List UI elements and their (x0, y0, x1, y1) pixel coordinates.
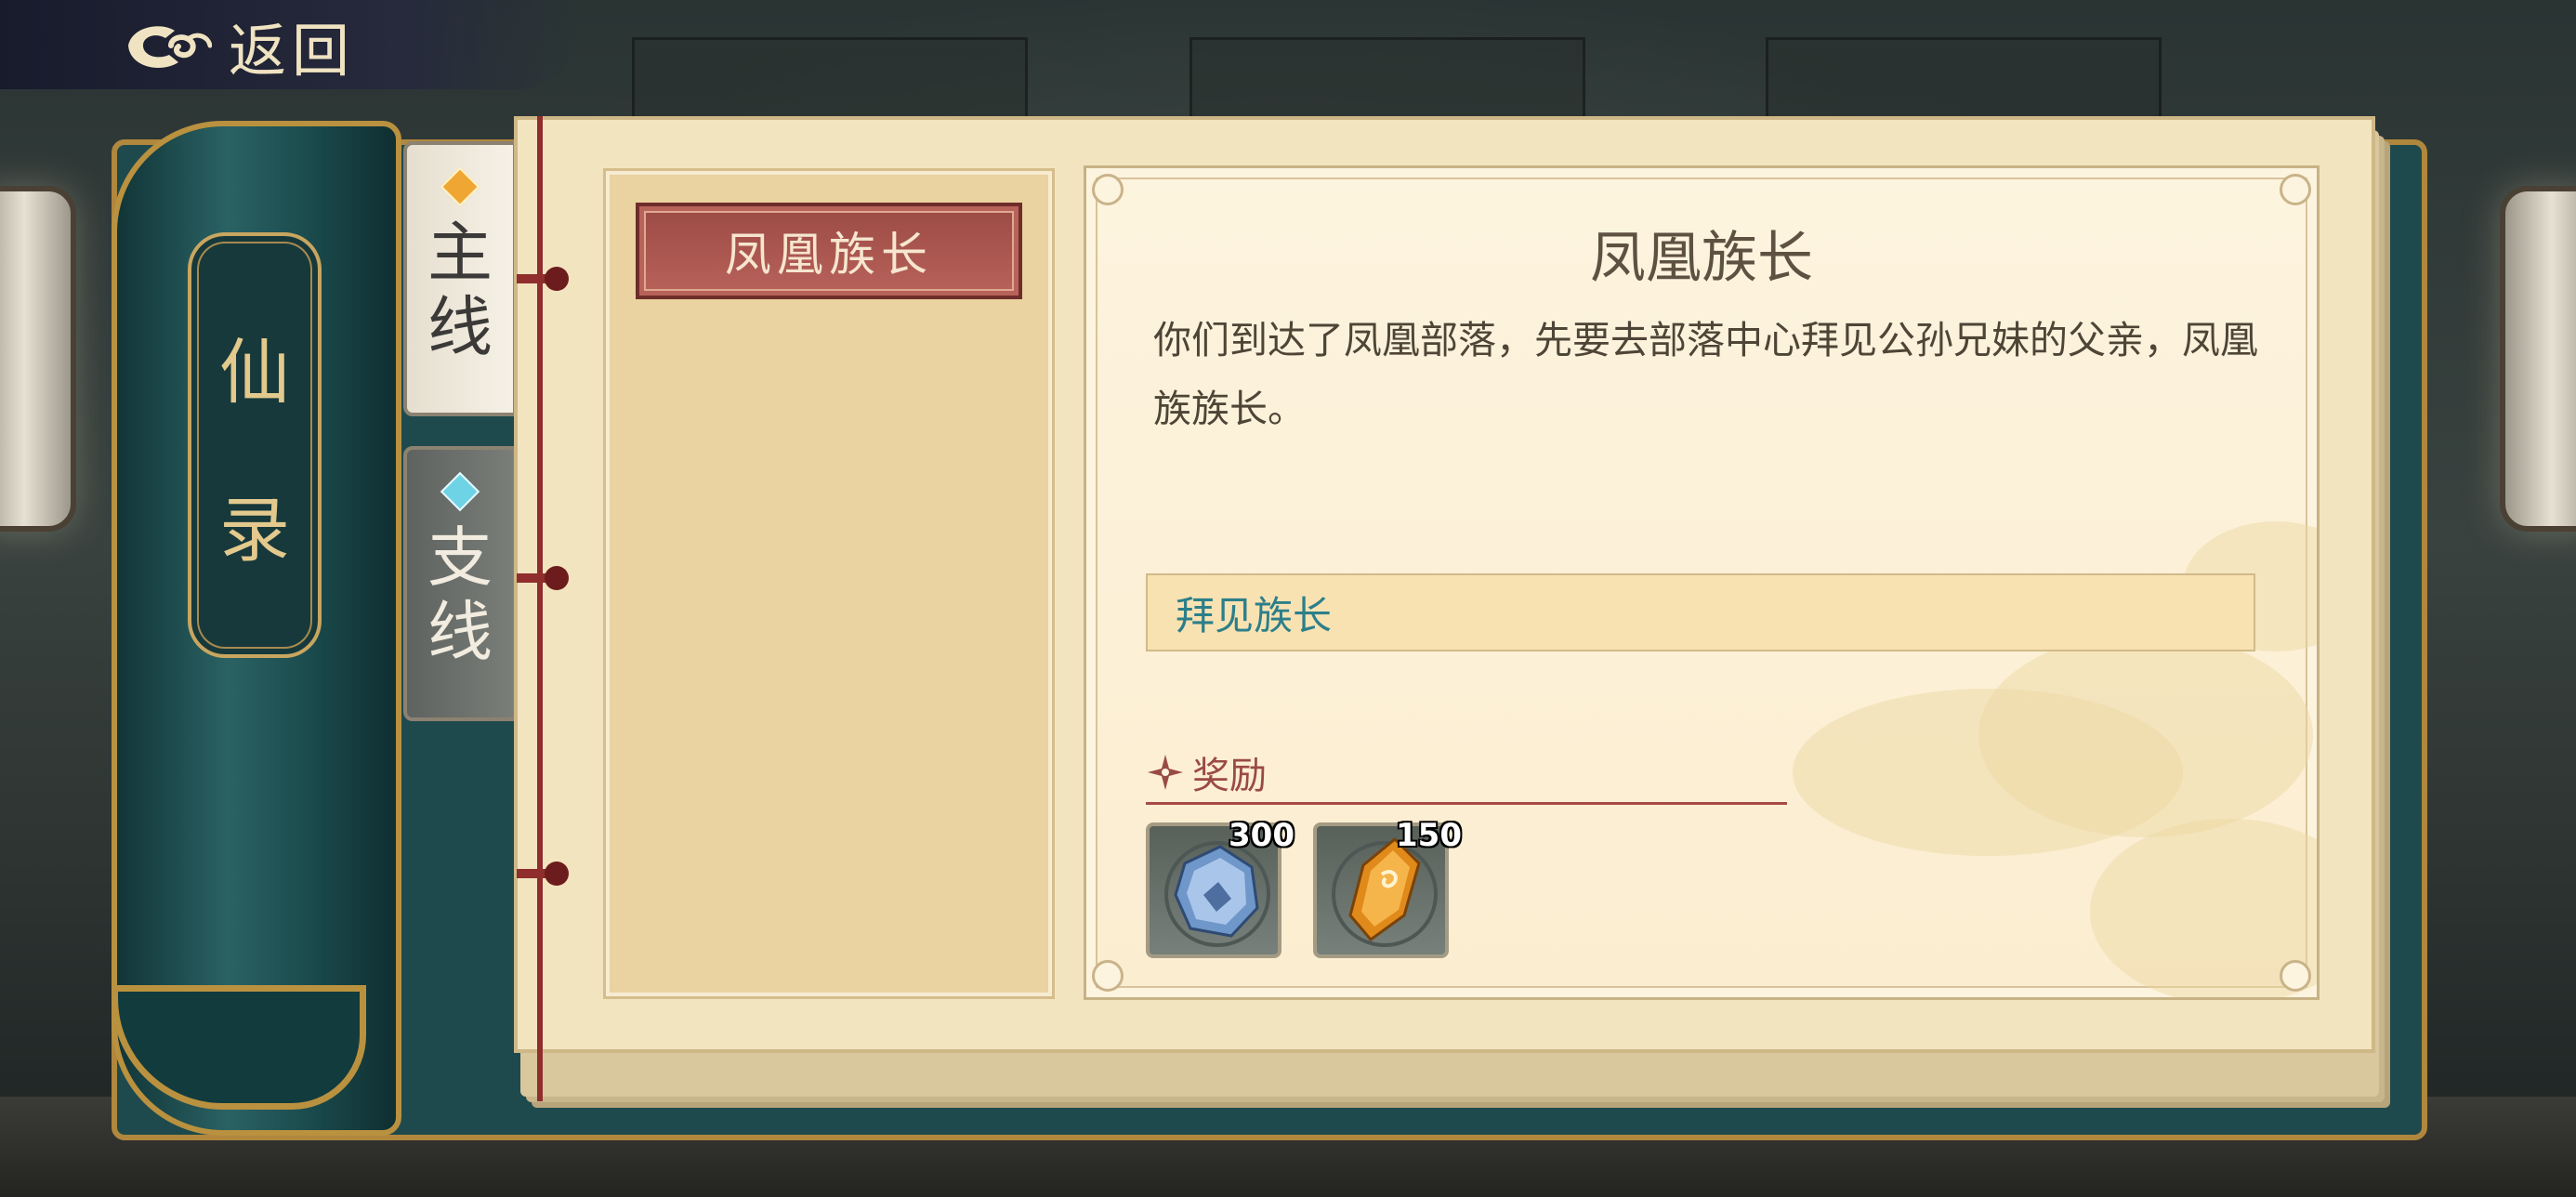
tab-label-char: 支 (427, 520, 493, 596)
tab-label-char: 线 (427, 594, 493, 670)
book-title-plate: 仙 录 (188, 232, 322, 658)
tab-label-char: 主 (427, 215, 493, 291)
quest-objective[interactable]: 拜见族长 (1146, 573, 2255, 651)
corner-ornament (2280, 174, 2311, 205)
corner-ornament (1092, 960, 1124, 992)
tab-side-quest[interactable]: 支 线 (403, 446, 517, 721)
cyan-diamond-icon (440, 471, 480, 512)
item-count: 150 (1396, 817, 1462, 854)
four-point-star-icon (1148, 755, 1183, 790)
quest-list-item-selected[interactable]: 凤凰族长 (636, 203, 1022, 299)
reward-header: 奖励 (1146, 743, 1787, 805)
binding-pin (517, 566, 569, 590)
binding-thread (537, 116, 543, 1101)
objective-label: 拜见族长 (1176, 592, 1333, 638)
cloud-decoration (1978, 633, 2313, 837)
corner-ornament (2280, 960, 2311, 992)
binding-pin (517, 862, 569, 886)
tab-main-quest[interactable]: 主 线 (403, 141, 517, 416)
book-title-char: 仙 (219, 331, 290, 414)
blue-crystal-stone-icon (1174, 845, 1259, 938)
quest-detail-panel: 凤凰族长 你们到达了凤凰部落，先要去部落中心拜见公孙兄妹的父亲，凤凰族族长。 拜… (1084, 165, 2320, 1000)
reward-item-slot[interactable]: 300 (1146, 817, 1295, 958)
back-label: 返回 (229, 17, 356, 85)
back-button[interactable]: 返回 (123, 13, 355, 85)
quest-title: 凤凰族长 (1590, 226, 1813, 291)
binding-pin (517, 267, 569, 291)
quest-list-panel: 凤凰族长 (606, 171, 1052, 996)
lantern-left (0, 186, 76, 532)
quest-list-item-label: 凤凰族长 (725, 228, 933, 282)
reward-item-slot[interactable]: 150 (1313, 817, 1462, 958)
lantern-right (2500, 186, 2576, 532)
top-bar: 返回 (0, 0, 576, 89)
book-title-char: 录 (219, 489, 290, 572)
reward-label: 奖励 (1192, 755, 1267, 797)
quest-description: 你们到达了凤凰部落，先要去部落中心拜见公孙兄妹的父亲，凤凰族族长。 (1153, 318, 2258, 431)
tab-label-char: 线 (427, 289, 493, 365)
cloud-swirl-back-icon (128, 26, 212, 69)
orange-diamond-icon (440, 166, 480, 207)
corner-ornament (1092, 174, 1124, 205)
item-count: 300 (1229, 817, 1295, 854)
